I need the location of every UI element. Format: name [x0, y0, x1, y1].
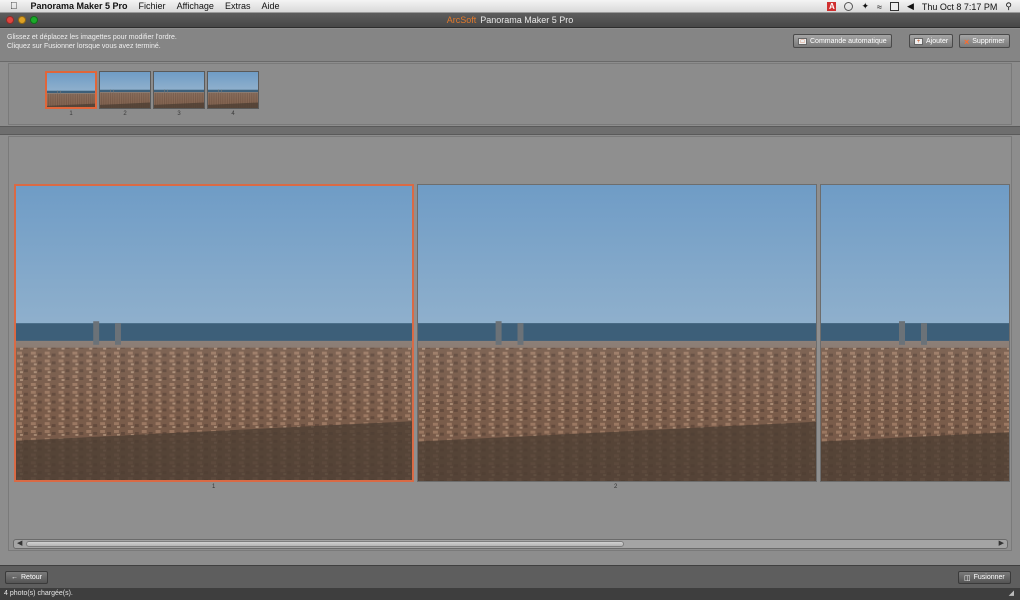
panel-divider[interactable] — [0, 126, 1020, 135]
preview-photo-2-label: 2 — [614, 484, 618, 490]
menu-app-name[interactable]: Panorama Maker 5 Pro — [31, 1, 128, 11]
thumbnail-1-number: 1 — [69, 111, 73, 117]
menu-fichier[interactable]: Fichier — [139, 1, 166, 11]
apple-logo-icon[interactable]:  — [10, 1, 18, 12]
back-button[interactable]: ← Retour — [5, 571, 49, 584]
delete-button[interactable]: × Supprimer — [959, 34, 1010, 48]
back-label: Retour — [21, 574, 43, 581]
thumbnail-4[interactable] — [207, 71, 259, 109]
scroll-right-arrow-icon[interactable]: ▶ — [999, 540, 1004, 548]
thumbnail-1-image — [47, 73, 95, 107]
menu-clock[interactable]: Thu Oct 8 7:17 PM — [922, 2, 998, 12]
display-icon[interactable] — [889, 2, 899, 11]
merge-label: Fusionner — [973, 574, 1005, 581]
bluetooth-icon[interactable]: ✦ — [861, 1, 869, 12]
preview-area: 1 2 ◀ ▶ — [8, 136, 1012, 551]
thumbnail-2-image — [100, 72, 150, 108]
auto-arrange-label: Commande automatique — [810, 37, 887, 45]
thumbnail-strip: 1 2 3 4 — [8, 63, 1012, 125]
back-arrow-icon: ← — [11, 574, 18, 581]
time-machine-icon[interactable] — [844, 2, 854, 11]
preview-photo-1[interactable] — [14, 184, 414, 482]
status-bar: 4 photo(s) chargée(s). ◢ — [0, 588, 1020, 600]
merge-icon: ◫ — [964, 574, 971, 582]
scrollbar-thumb[interactable] — [26, 541, 624, 547]
toolbar: Glissez et déplacez les imagettes pour m… — [0, 29, 1020, 62]
window-title: ArcSoft Panorama Maker 5 Pro — [0, 15, 1020, 25]
preview-photo-3[interactable] — [820, 184, 1010, 482]
instructions-line-2: Cliquez sur Fusionner lorsque vous avez … — [7, 43, 161, 50]
thumbnail-4-image — [208, 72, 258, 108]
status-text: 4 photo(s) chargée(s). — [4, 590, 73, 597]
menu-extras[interactable]: Extras — [225, 1, 251, 11]
text-input-icon[interactable]: A — [827, 2, 837, 11]
horizontal-scrollbar[interactable]: ◀ ▶ — [13, 539, 1008, 549]
volume-icon[interactable]: ◀ — [907, 1, 914, 12]
thumbnail-3-number: 3 — [177, 111, 181, 117]
thumbnail-4-number: 4 — [231, 111, 235, 117]
thumbnail-3[interactable] — [153, 71, 205, 109]
delete-x-icon: × — [964, 36, 970, 47]
add-button[interactable]: + Ajouter — [909, 34, 954, 48]
thumbnail-2-number: 2 — [123, 111, 127, 117]
bottom-bar: ← Retour ◫ Fusionner — [0, 565, 1020, 588]
thumbnail-1[interactable] — [45, 71, 97, 109]
add-photo-icon: + — [914, 37, 923, 45]
preview-photo-3-image — [821, 185, 1009, 481]
preview-photo-1-label: 1 — [212, 484, 216, 490]
menu-affichage[interactable]: Affichage — [177, 1, 214, 11]
preview-photo-2[interactable] — [417, 184, 817, 482]
delete-label: Supprimer — [972, 37, 1005, 45]
wifi-icon[interactable]: ≈ — [877, 2, 882, 12]
scroll-left-arrow-icon[interactable]: ◀ — [17, 540, 22, 548]
auto-arrange-button[interactable]: □ Commande automatique — [793, 34, 892, 48]
spotlight-search-icon[interactable]: ⚲ — [1005, 1, 1012, 12]
menu-bar:  Panorama Maker 5 Pro Fichier Affichage… — [0, 0, 1020, 13]
thumbnail-2[interactable] — [99, 71, 151, 109]
thumbnail-3-image — [154, 72, 204, 108]
instructions: Glissez et déplacez les imagettes pour m… — [7, 33, 177, 51]
preview-photo-1-image — [16, 186, 412, 480]
merge-button[interactable]: ◫ Fusionner — [958, 571, 1011, 584]
resize-grip-icon[interactable]: ◢ — [1009, 588, 1014, 600]
window-title-bar[interactable]: ArcSoft Panorama Maker 5 Pro — [0, 13, 1020, 28]
instructions-line-1: Glissez et déplacez les imagettes pour m… — [7, 34, 177, 41]
add-label: Ajouter — [926, 37, 949, 45]
status-area: A ✦ ≈ ◀ Thu Oct 8 7:17 PM ⚲ — [827, 0, 1012, 13]
app-title: Panorama Maker 5 Pro — [480, 15, 574, 25]
auto-arrange-icon: □ — [798, 37, 807, 45]
preview-photo-2-image — [418, 185, 816, 481]
menu-aide[interactable]: Aide — [261, 1, 279, 11]
brand-name: ArcSoft — [446, 15, 477, 25]
